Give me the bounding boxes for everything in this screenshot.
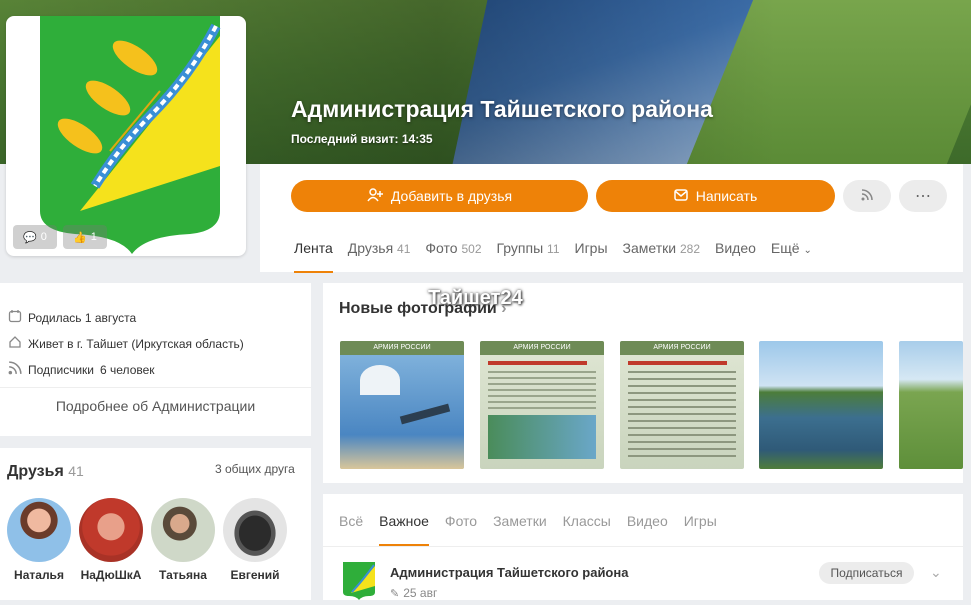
tab-feed-important[interactable]: Важное	[379, 513, 429, 546]
tab-more[interactable]: Ещё ⌄	[771, 240, 812, 271]
tab-feed-photos[interactable]: Фото	[445, 513, 477, 544]
friends-title[interactable]: Друзья 41	[7, 463, 84, 481]
post-author-name[interactable]: Администрация Тайшетского района	[390, 565, 628, 580]
watermark: Тайшет24	[428, 287, 523, 309]
tab-feed-likes[interactable]: Классы	[563, 513, 611, 544]
rss-icon	[861, 188, 873, 204]
envelope-icon	[674, 188, 688, 204]
tab-feed-notes[interactable]: Заметки	[493, 513, 547, 544]
profile-name: Администрация Тайшетского района	[291, 96, 713, 122]
avatar-like-button[interactable]: 👍 1	[63, 225, 107, 249]
tab-feed-video[interactable]: Видео	[627, 513, 668, 544]
feed-panel	[323, 494, 963, 600]
photo-thumbnail[interactable]: АРМИЯ РОССИИ	[620, 341, 744, 469]
chevron-down-icon: ⌄	[803, 245, 812, 256]
write-message-button[interactable]: Написать	[596, 180, 835, 212]
comment-icon: 💬	[23, 231, 37, 244]
tab-feed[interactable]: Лента	[294, 240, 333, 273]
feed-tabs: Всё Важное Фото Заметки Классы Видео Игр…	[339, 513, 733, 546]
tab-groups[interactable]: Группы 11	[497, 240, 560, 271]
avatar	[223, 498, 287, 562]
subscribers-row[interactable]: Подписчики 6 человек	[8, 361, 155, 378]
coat-of-arms-icon	[343, 562, 375, 600]
add-user-icon	[367, 187, 383, 205]
tab-feed-all[interactable]: Всё	[339, 513, 363, 544]
tab-notes[interactable]: Заметки 282	[623, 240, 700, 271]
avatar-comments-button[interactable]: 💬 0	[13, 225, 57, 249]
location-row: Живет в г. Тайшет (Иркутская область)	[8, 335, 244, 352]
avatar[interactable]: 💬 0 👍 1	[6, 16, 246, 256]
avatar	[151, 498, 215, 562]
coat-of-arms-icon	[40, 16, 221, 254]
birthday-row: Родилась 1 августа	[8, 309, 136, 326]
tab-games[interactable]: Игры	[575, 240, 608, 271]
last-visit: Последний визит: 14:35	[291, 132, 433, 146]
photo-thumbnail[interactable]: АРМИЯ РОССИИ	[340, 341, 464, 469]
subscribe-button[interactable]: Подписаться	[819, 562, 914, 584]
calendar-icon	[8, 309, 22, 326]
add-friend-button[interactable]: Добавить в друзья	[291, 180, 588, 212]
tab-friends[interactable]: Друзья 41	[348, 240, 411, 271]
photo-thumbnail[interactable]	[899, 341, 963, 469]
more-about-link[interactable]: Подробнее об Администрации	[0, 398, 311, 414]
avatar	[7, 498, 71, 562]
ellipsis-icon: ⋯	[915, 188, 931, 205]
friend-item[interactable]: НаДюШкА	[76, 498, 146, 582]
common-friends-link[interactable]: 3 общих друга	[215, 462, 295, 476]
friend-item[interactable]: Евгений	[220, 498, 290, 582]
post-author-avatar[interactable]	[343, 562, 375, 600]
tab-feed-games[interactable]: Игры	[684, 513, 717, 544]
photo-thumbnail[interactable]	[759, 341, 883, 469]
tab-video[interactable]: Видео	[715, 240, 756, 271]
home-icon	[8, 335, 22, 352]
photo-thumbnail[interactable]: АРМИЯ РОССИИ	[480, 341, 604, 469]
divider	[0, 387, 311, 388]
divider	[323, 546, 963, 547]
thumbs-up-icon: 👍	[73, 231, 87, 244]
rss-icon	[8, 361, 22, 378]
tab-photos[interactable]: Фото 502	[425, 240, 481, 271]
profile-tabs: Лента Друзья 41 Фото 502 Группы 11 Игры …	[294, 240, 827, 273]
subscribe-rss-button[interactable]	[843, 180, 891, 212]
friend-item[interactable]: Наталья	[4, 498, 74, 582]
chevron-down-icon[interactable]: ⌄	[930, 564, 942, 581]
post-date: ✎ 25 авг	[390, 586, 438, 600]
friend-item[interactable]: Татьяна	[148, 498, 218, 582]
more-actions-button[interactable]: ⋯	[899, 180, 947, 212]
avatar	[79, 498, 143, 562]
pencil-icon: ✎	[390, 587, 400, 600]
